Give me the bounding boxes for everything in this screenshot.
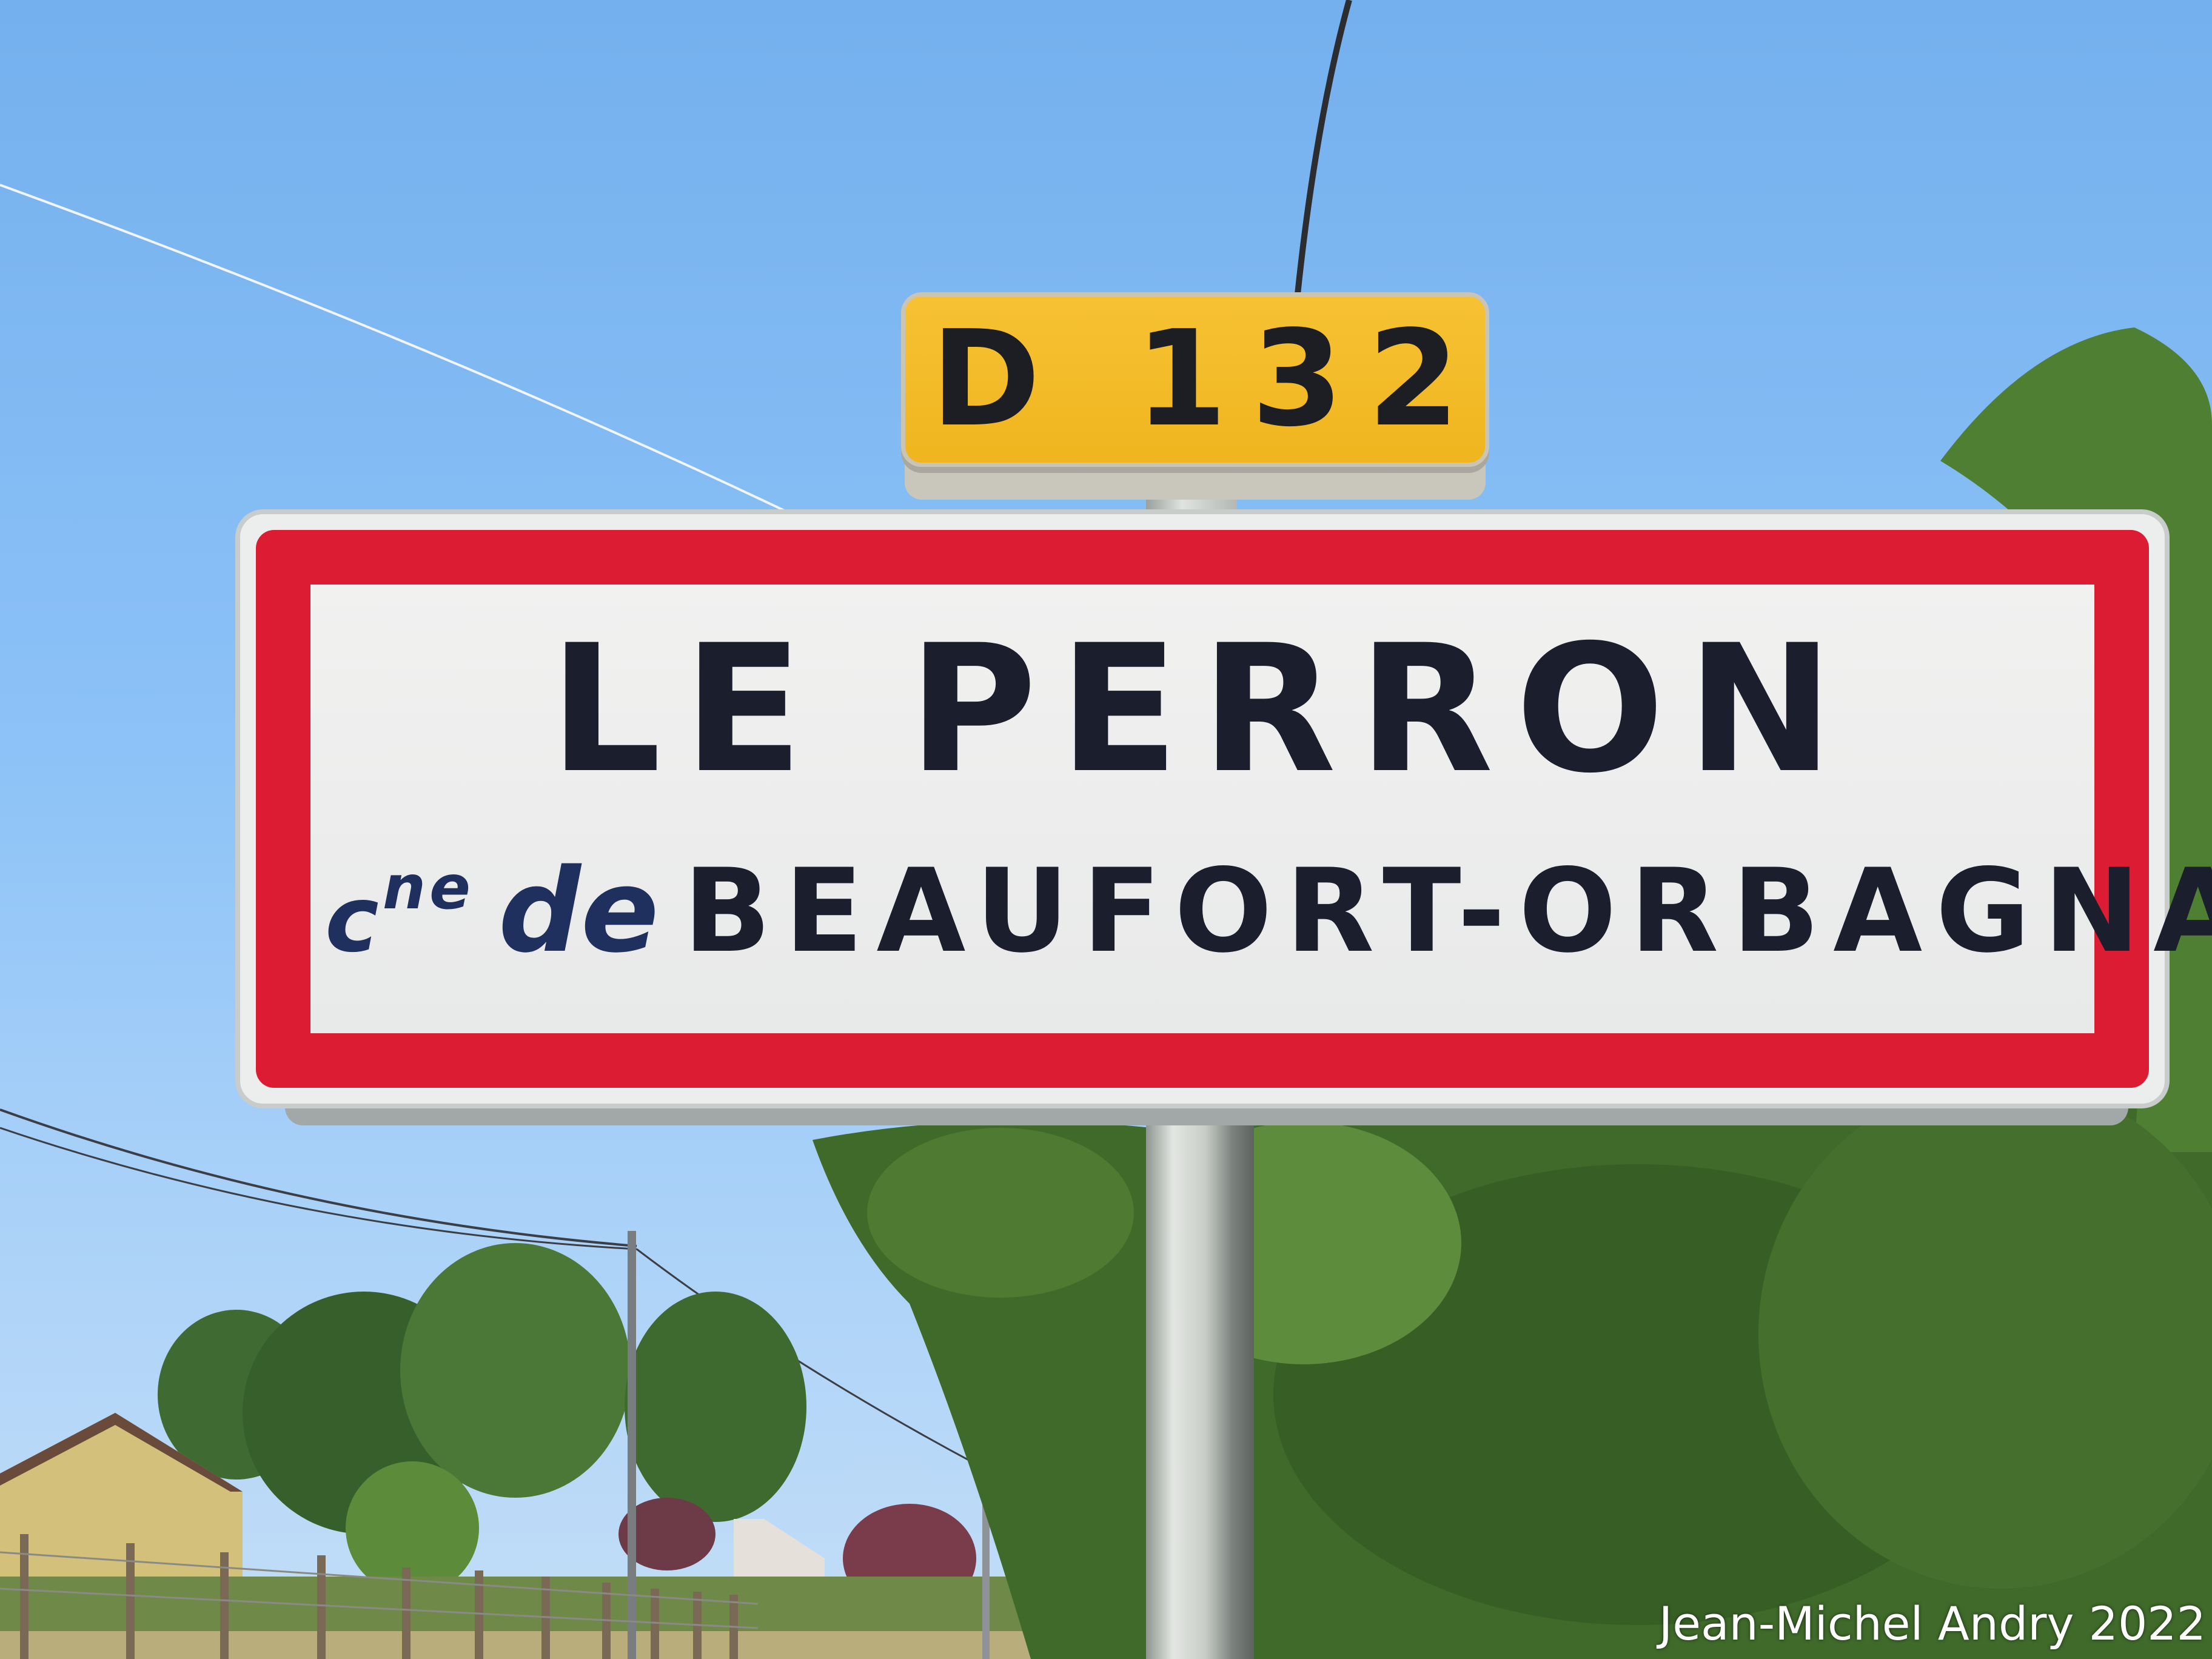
- commune-line: cne de BEAUFORT-ORBAGNA: [325, 854, 2212, 969]
- route-number-plate: D 132: [901, 292, 1489, 467]
- town-name: LE PERRON: [549, 608, 1856, 812]
- commune-name: BEAUFORT-ORBAGNA: [683, 844, 2212, 978]
- overhead-wire: [0, 184, 789, 514]
- tree: [400, 1243, 631, 1498]
- shrub: [346, 1461, 479, 1595]
- power-line: [0, 1127, 637, 1250]
- commune-abbrev-superscript: ne: [382, 852, 474, 923]
- sign-pole: [1146, 1098, 1254, 1659]
- commune-abbrev-letter: c: [325, 867, 383, 973]
- commune-connector: de: [498, 844, 659, 978]
- grass-verge: [0, 1631, 1152, 1659]
- photo-credit: Jean-Michel Andry 2022: [1658, 1597, 2206, 1651]
- photo-scene: D 132 LE PERRON cne de BEAUFORT-ORBAGNA Je…: [0, 0, 2212, 1659]
- overhead-cable: [1295, 0, 1352, 295]
- commune-abbrev: cne: [325, 857, 474, 973]
- town-entry-sign: LE PERRON cne de BEAUFORT-ORBAGNA: [235, 509, 2212, 1108]
- sign-pole-top: [1146, 467, 1237, 515]
- foliage: [867, 1128, 1134, 1298]
- power-line: [0, 1108, 637, 1247]
- tree: [625, 1292, 806, 1522]
- route-number: D 132: [931, 303, 1484, 456]
